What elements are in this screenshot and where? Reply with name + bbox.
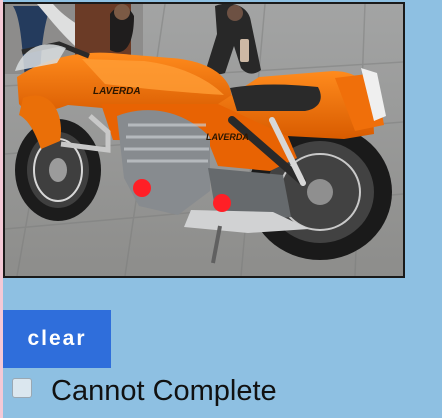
cannot-complete-checkbox-row[interactable]: Cannot Complete xyxy=(12,375,277,408)
red-dot-marker xyxy=(133,179,151,197)
cannot-complete-label[interactable]: Cannot Complete xyxy=(51,375,277,408)
clear-button[interactable]: clear xyxy=(3,310,111,368)
tank-logo: LAVERDA xyxy=(93,86,141,97)
side-panel-logo: LAVERDA xyxy=(206,132,249,142)
cannot-complete-checkbox[interactable] xyxy=(12,377,32,398)
motorcycle-illustration: LAVERDA LAVERDA xyxy=(5,4,403,276)
red-dot-marker xyxy=(213,194,231,212)
motorcycle-photo[interactable]: LAVERDA LAVERDA xyxy=(3,2,405,278)
